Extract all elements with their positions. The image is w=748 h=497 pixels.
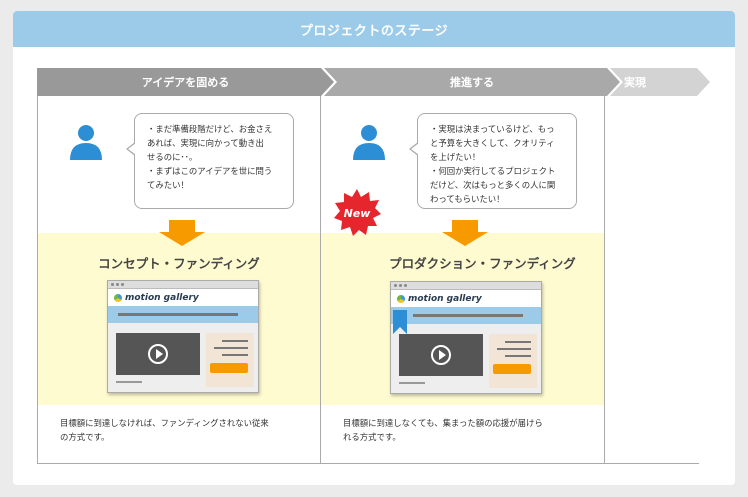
window-dot	[121, 283, 124, 286]
bubble-line: せるのに･･。	[147, 152, 198, 162]
support-button	[493, 364, 531, 374]
window-dot	[394, 284, 397, 287]
browser-navbar	[108, 306, 258, 323]
stage-label: アイデアを固める	[141, 76, 230, 89]
video-thumbnail	[399, 334, 483, 376]
person-icon	[353, 125, 385, 160]
product-title: プロダクション・ファンディング	[389, 256, 576, 271]
bubble-line: わってもらいたい！	[430, 194, 505, 204]
logo-text: motion gallery	[125, 292, 199, 303]
play-icon	[148, 344, 168, 364]
new-badge-icon: New	[334, 189, 381, 236]
bubble-line: ・何回か実行してるプロジェクト	[430, 166, 556, 176]
motion-gallery-logo: motion gallery	[391, 290, 541, 307]
speech-bubble: ・実現は決まっているけど、もっ と予算を大きくして、クオリティ を上げたい！ ・…	[409, 113, 577, 209]
stage-promote: 推進する	[324, 68, 620, 96]
video-thumbnail	[116, 333, 200, 375]
person-icon	[70, 125, 102, 160]
browser-titlebar	[391, 282, 541, 290]
logo-mark-icon	[397, 294, 405, 303]
logo-text: motion gallery	[408, 293, 482, 304]
speech-bubble: ・まだ準備段階だけど、お金さえ あれば、実現に向かって動き出 せるのに･･。 ・…	[126, 113, 294, 209]
product-panel: コンセプト・ファンディング motion gallery	[38, 233, 320, 405]
browser-mockup: motion gallery	[107, 280, 259, 393]
arrow-down-icon	[159, 220, 205, 246]
column-concept: ・まだ準備段階だけど、お金さえ あれば、実現に向かって動き出 せるのに･･。 ・…	[37, 96, 321, 464]
bubble-line: を上げたい！	[430, 152, 481, 162]
desc-line: 目標額に到達しなくても、集まった額の応援が届けら	[343, 418, 543, 428]
bubble-line: ・まだ準備段階だけど、お金さえ	[147, 124, 273, 134]
window-dot	[399, 284, 402, 287]
sidebar-panel	[489, 334, 537, 388]
desc-line: 目標額に到達しなければ、ファンディングされない従来	[60, 418, 269, 428]
bubble-line: あれば、実現に向かって動き出	[147, 138, 264, 148]
bubble-line: だけど、次はもっと多くの人に関	[430, 180, 556, 190]
arrow-down-icon	[442, 220, 488, 246]
play-icon	[431, 345, 451, 365]
bubble-line: てみたい！	[147, 180, 189, 190]
stage-label: 実現	[624, 76, 646, 89]
support-button	[210, 363, 248, 373]
bookmark-ribbon-icon	[393, 310, 407, 334]
stage-label: 推進する	[450, 76, 494, 89]
stage-idea: アイデアを固める	[37, 68, 334, 96]
stage-realize: 実現	[610, 68, 710, 96]
bubble-line: ・実現は決まっているけど、もっ	[430, 124, 555, 134]
browser-navbar	[391, 307, 541, 324]
logo-mark-icon	[114, 293, 122, 302]
method-description: 目標額に到達しなければ、ファンディングされない従来 の方式です。	[60, 416, 310, 444]
desc-line: の方式です。	[60, 432, 110, 442]
window-dot	[116, 283, 119, 286]
browser-mockup: motion gallery	[390, 281, 542, 394]
column-realize	[605, 96, 699, 464]
window-dot	[404, 284, 407, 287]
sidebar-panel	[206, 333, 254, 387]
method-description: 目標額に到達しなくても、集まった額の応援が届けら れる方式です。	[343, 416, 593, 444]
stage-card: プロジェクトのステージ アイデアを固める 推進する 実現 ・まだ準備段階だけど、…	[13, 11, 735, 485]
new-badge-text: New	[344, 207, 372, 220]
window-dot	[111, 283, 114, 286]
motion-gallery-logo: motion gallery	[108, 289, 258, 306]
product-panel: プロダクション・ファンディング motion gallery	[321, 233, 604, 405]
product-title: コンセプト・ファンディング	[98, 256, 260, 271]
desc-line: れる方式です。	[343, 432, 401, 442]
bubble-line: と予算を大きくして、クオリティ	[430, 138, 555, 148]
browser-titlebar	[108, 281, 258, 289]
column-production: ・実現は決まっているけど、もっ と予算を大きくして、クオリティ を上げたい！ ・…	[321, 96, 605, 464]
page-title: プロジェクトのステージ	[13, 11, 735, 47]
stage-bar: アイデアを固める 推進する 実現	[37, 68, 727, 96]
bubble-line: ・まずはこのアイデアを世に問う	[147, 166, 273, 176]
